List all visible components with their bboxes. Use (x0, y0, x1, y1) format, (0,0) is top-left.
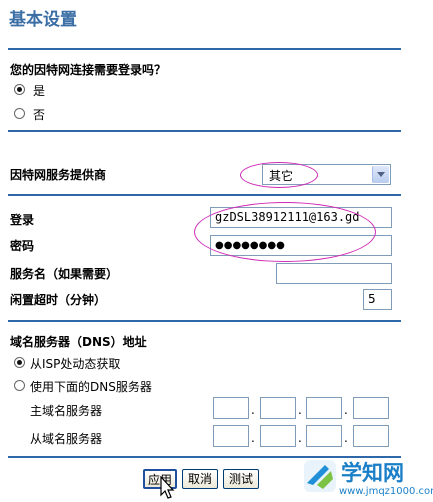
divider (8, 48, 401, 50)
ip-dot: . (298, 403, 302, 417)
secondary-dns-octet-3[interactable] (306, 425, 342, 447)
highlight-oval-credentials (194, 202, 376, 262)
page-title: 基本设置 (9, 10, 77, 30)
mouse-cursor-icon (160, 476, 175, 499)
dns-manual-radio[interactable] (14, 380, 25, 391)
ip-dot: . (251, 431, 255, 445)
divider (8, 320, 401, 322)
ip-dot: . (251, 403, 255, 417)
ip-dot: . (344, 431, 348, 445)
dns-manual-label: 使用下面的DNS服务器 (30, 380, 152, 394)
divider (8, 130, 401, 132)
watermark-brand: 学知网 (341, 461, 404, 485)
primary-dns-octet-1[interactable] (213, 397, 249, 419)
service-name-label: 服务名（如果需要） (10, 267, 119, 281)
watermark-logo-icon (304, 460, 336, 492)
test-button[interactable]: 测试 (223, 469, 259, 489)
secondary-dns-octet-4[interactable] (353, 425, 389, 447)
dns-heading: 域名服务器（DNS）地址 (10, 335, 147, 349)
password-label: 密码 (10, 239, 35, 253)
isp-label: 因特网服务提供商 (10, 168, 107, 182)
watermark-url: www.jmqz1000.com (339, 486, 433, 497)
secondary-dns-label: 从域名服务器 (30, 432, 103, 446)
secondary-dns-octet-1[interactable] (213, 425, 249, 447)
primary-dns-octet-4[interactable] (353, 397, 389, 419)
divider (8, 194, 401, 196)
ip-dot: . (298, 431, 302, 445)
idle-timeout-label: 闲置超时（分钟） (10, 293, 107, 307)
login-required-no-radio[interactable] (14, 108, 25, 119)
primary-dns-octet-3[interactable] (306, 397, 342, 419)
service-name-input[interactable] (276, 263, 392, 284)
highlight-oval-isp (240, 162, 318, 188)
ip-dot: . (344, 403, 348, 417)
dns-dynamic-radio[interactable] (14, 357, 25, 368)
login-required-question: 您的因特网连接需要登录吗？ (10, 63, 167, 77)
secondary-dns-octet-2[interactable] (260, 425, 296, 447)
login-required-yes-label: 是 (33, 84, 46, 98)
login-label: 登录 (10, 213, 35, 227)
primary-dns-ip: . . . (213, 397, 393, 419)
idle-timeout-input[interactable]: 5 (363, 289, 392, 310)
login-required-yes-radio[interactable] (14, 84, 25, 95)
chevron-down-icon[interactable] (372, 166, 389, 183)
login-required-no-label: 否 (33, 108, 46, 122)
primary-dns-label: 主域名服务器 (30, 404, 103, 418)
watermark: 学知网 www.jmqz1000.com (303, 455, 433, 502)
primary-dns-octet-2[interactable] (260, 397, 296, 419)
secondary-dns-ip: . . . (213, 425, 393, 447)
cancel-button[interactable]: 取消 (182, 469, 218, 489)
dns-dynamic-label: 从ISP处动态获取 (30, 357, 121, 371)
